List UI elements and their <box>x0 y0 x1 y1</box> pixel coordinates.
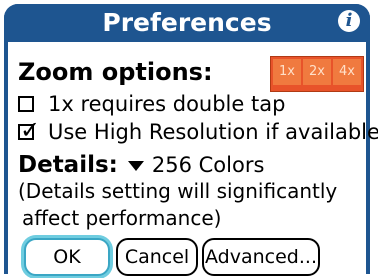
title-bar: Preferences i <box>4 4 370 42</box>
details-note-line2: affect performance) <box>22 206 222 230</box>
zoom-options-label: Zoom options: <box>18 58 213 86</box>
dialog-title: Preferences <box>102 8 272 37</box>
info-icon[interactable]: i <box>338 10 360 32</box>
zoom-1x-button[interactable]: 1x <box>273 59 301 85</box>
double-tap-option[interactable]: 1x requires double tap <box>18 90 285 118</box>
details-note-line1: (Details setting will significantly <box>18 179 338 203</box>
high-resolution-checkbox[interactable]: ✓ <box>18 118 40 142</box>
details-label: Details: <box>18 152 118 178</box>
double-tap-label: 1x requires double tap <box>48 92 286 116</box>
high-resolution-label: Use High Resolution if available <box>48 120 378 144</box>
checkmark-icon: ✓ <box>20 116 41 144</box>
high-resolution-option[interactable]: ✓ Use High Resolution if available <box>18 118 378 146</box>
ok-button[interactable]: OK <box>24 238 110 276</box>
details-select[interactable]: 256 Colors <box>152 153 265 177</box>
details-note: (Details setting will significantly affe… <box>18 178 364 232</box>
dropdown-triangle-icon[interactable] <box>127 161 144 171</box>
double-tap-checkbox[interactable] <box>18 96 34 112</box>
zoom-options-group: 1x 2x 4x <box>270 56 364 92</box>
advanced-button[interactable]: Advanced... <box>202 238 320 276</box>
preferences-dialog: Preferences i Zoom options: 1x 2x 4x 1x … <box>0 0 378 278</box>
zoom-4x-button[interactable]: 4x <box>333 59 361 85</box>
details-row: Details: 256 Colors <box>18 150 264 180</box>
zoom-2x-button[interactable]: 2x <box>303 59 331 85</box>
cancel-button[interactable]: Cancel <box>116 238 198 276</box>
